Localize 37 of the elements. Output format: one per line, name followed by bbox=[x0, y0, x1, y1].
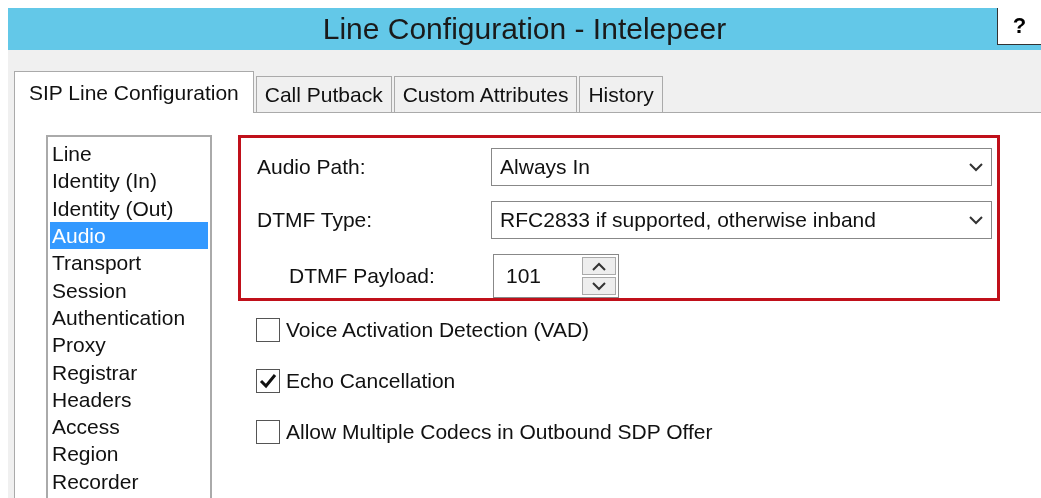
tab[interactable]: History bbox=[579, 76, 663, 113]
chevron-down-icon bbox=[592, 281, 606, 291]
sidebar-item[interactable]: Access bbox=[50, 413, 208, 441]
sidebar-item[interactable]: Proxy bbox=[50, 331, 208, 359]
chevron-up-icon bbox=[592, 261, 606, 271]
dropdown[interactable]: RFC2833 if supported, otherwise inband bbox=[491, 201, 992, 240]
checkbox[interactable] bbox=[256, 318, 280, 343]
increment-button[interactable] bbox=[582, 257, 616, 276]
checkbox-label: Echo Cancellation bbox=[286, 369, 456, 394]
checkbox-label: Allow Multiple Codecs in Outbound SDP Offer bbox=[286, 420, 713, 445]
sidebar-item[interactable]: Authentication bbox=[50, 303, 208, 332]
sidebar-item[interactable]: Session bbox=[50, 276, 208, 304]
sidebar-item[interactable]: Identity (In) bbox=[50, 167, 208, 195]
checkbox[interactable] bbox=[256, 420, 280, 445]
sidebar-item[interactable]: Registrar bbox=[50, 358, 208, 386]
tab[interactable]: Call Putback bbox=[255, 76, 392, 113]
sidebar-item[interactable]: Headers bbox=[50, 385, 208, 414]
field-label: DTMF Payload: bbox=[288, 264, 436, 289]
window-title: Line Configuration - Intelepeer bbox=[322, 12, 727, 47]
checkbox[interactable] bbox=[256, 369, 280, 394]
sidebar-item[interactable]: Identity (Out) bbox=[50, 194, 208, 223]
sidebar-item[interactable]: Region bbox=[50, 440, 208, 468]
number-spinner[interactable]: 101 bbox=[493, 254, 619, 299]
sidebar-item[interactable]: Recorder bbox=[50, 467, 208, 495]
help-button[interactable]: ? bbox=[997, 8, 1041, 45]
checkmark-icon bbox=[259, 373, 277, 390]
chevron-down-icon bbox=[969, 215, 983, 225]
sidebar-item[interactable]: Transport bbox=[50, 249, 208, 277]
decrement-button[interactable] bbox=[582, 277, 616, 296]
field-label: DTMF Type: bbox=[257, 208, 374, 233]
checkbox-label: Voice Activation Detection (VAD) bbox=[286, 318, 590, 343]
tab[interactable]: Custom Attributes bbox=[393, 76, 578, 113]
chevron-down-icon bbox=[969, 162, 983, 172]
dropdown[interactable]: Always In bbox=[491, 148, 992, 187]
tab[interactable]: SIP Line Configuration bbox=[14, 71, 254, 114]
sidebar-item[interactable]: Line bbox=[50, 140, 208, 168]
field-label: Audio Path: bbox=[257, 155, 367, 180]
